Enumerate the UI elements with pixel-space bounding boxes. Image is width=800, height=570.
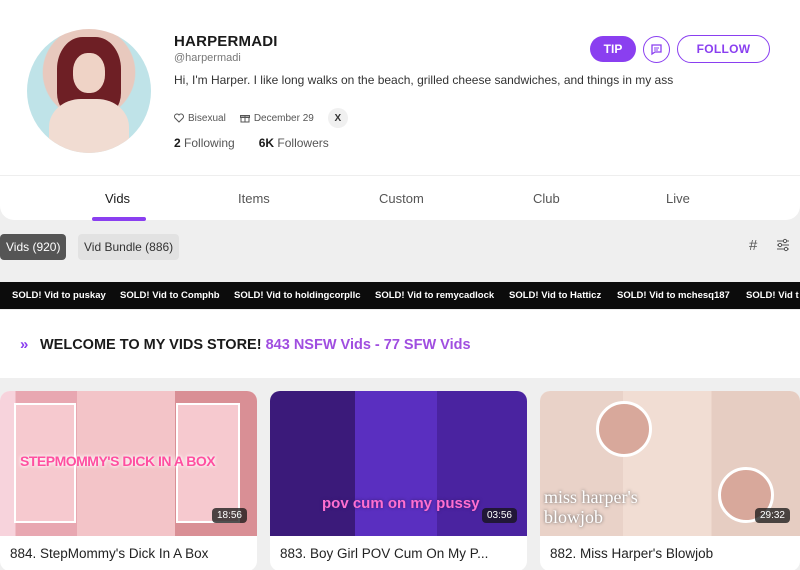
ticker-item: SOLD! Vid to Comphb bbox=[120, 290, 220, 301]
chat-icon bbox=[651, 44, 662, 56]
video-title[interactable]: 882. Miss Harper's Blowjob bbox=[550, 546, 713, 561]
overlay-line-2: blowjob bbox=[544, 507, 604, 527]
thumbnail-overlay-text: STEPMOMMY'S DICK IN A BOX bbox=[20, 453, 216, 469]
tab-club[interactable]: Club bbox=[533, 191, 560, 206]
active-tab-indicator bbox=[92, 217, 146, 221]
tab-items[interactable]: Items bbox=[238, 191, 270, 206]
following-label: Following bbox=[184, 136, 235, 150]
video-duration: 18:56 bbox=[211, 508, 247, 523]
avatar[interactable] bbox=[27, 29, 151, 153]
welcome-text: WELCOME TO MY VIDS STORE! 843 NSFW Vids … bbox=[40, 337, 471, 353]
grid-hash-icon[interactable]: # bbox=[749, 237, 757, 254]
filter-vid-bundle[interactable]: Vid Bundle (886) bbox=[78, 234, 180, 260]
followers-stat[interactable]: 6K Followers bbox=[259, 136, 329, 150]
video-card[interactable]: pov cum on my pussy 03:56 883. Boy Girl … bbox=[270, 391, 527, 570]
video-duration: 29:32 bbox=[754, 508, 790, 523]
tab-live[interactable]: Live bbox=[666, 191, 690, 206]
orientation-info: Bisexual bbox=[174, 113, 226, 124]
heart-icon bbox=[174, 113, 184, 123]
tab-vids[interactable]: Vids bbox=[105, 191, 130, 206]
profile-bio: Hi, I'm Harper. I like long walks on the… bbox=[174, 73, 674, 87]
profile-meta: Bisexual December 29 X bbox=[174, 108, 348, 128]
filter-sliders-icon[interactable] bbox=[776, 238, 790, 252]
follow-button[interactable]: FOLLOW bbox=[677, 35, 770, 63]
message-button[interactable] bbox=[643, 36, 670, 63]
profile-name: HARPERMADI bbox=[174, 33, 278, 50]
profile-card: HARPERMADI @harpermadi Hi, I'm Harper. I… bbox=[0, 0, 800, 221]
birthday-info: December 29 bbox=[239, 112, 314, 124]
thumbnail-overlay-text: miss harper's blowjob bbox=[544, 487, 638, 527]
ticker-item: SOLD! Vid to mchesq187 bbox=[617, 290, 730, 301]
video-card[interactable]: miss harper's blowjob 29:32 882. Miss Ha… bbox=[540, 391, 800, 570]
tab-custom[interactable]: Custom bbox=[379, 191, 424, 206]
video-thumbnail[interactable]: pov cum on my pussy 03:56 bbox=[270, 391, 527, 536]
video-thumbnail[interactable]: miss harper's blowjob 29:32 bbox=[540, 391, 800, 536]
welcome-highlight: 843 NSFW Vids - 77 SFW Vids bbox=[265, 337, 471, 353]
ticker-item: SOLD! Vid to Hatticz bbox=[509, 290, 602, 301]
ticker-item: SOLD! Vid to holdingcorpllc bbox=[234, 290, 361, 301]
ticker-item: SOLD! Vid to puskay bbox=[12, 290, 106, 301]
profile-handle: @harpermadi bbox=[174, 52, 241, 64]
following-stat[interactable]: 2 Following bbox=[174, 136, 235, 150]
filter-vids[interactable]: Vids (920) bbox=[0, 234, 67, 260]
followers-count: 6K bbox=[258, 136, 275, 150]
profile-stats: 2 Following 6K Followers bbox=[174, 136, 329, 150]
thumbnail-overlay-text: pov cum on my pussy bbox=[322, 495, 480, 512]
x-social-icon[interactable]: X bbox=[327, 108, 348, 128]
video-title[interactable]: 883. Boy Girl POV Cum On My P... bbox=[280, 546, 488, 561]
video-title[interactable]: 884. StepMommy's Dick In A Box bbox=[10, 546, 208, 561]
orientation-label: Bisexual bbox=[188, 112, 226, 124]
following-count: 2 bbox=[174, 136, 181, 150]
ticker-item: SOLD! Vid to remycadlock bbox=[375, 290, 495, 301]
profile-tabs: Vids Items Custom Club Live bbox=[0, 175, 800, 221]
video-thumbnail[interactable]: STEPMOMMY'S DICK IN A BOX 18:56 bbox=[0, 391, 257, 536]
double-chevron-icon: » bbox=[20, 336, 29, 353]
welcome-main: WELCOME TO MY VIDS STORE! bbox=[40, 337, 262, 353]
video-duration: 03:56 bbox=[481, 508, 517, 523]
tip-button[interactable]: TIP bbox=[590, 36, 636, 62]
followers-label: Followers bbox=[277, 136, 329, 150]
overlay-line-1: miss harper's bbox=[544, 487, 638, 507]
birthday-label: December 29 bbox=[253, 112, 314, 124]
video-card[interactable]: STEPMOMMY'S DICK IN A BOX 18:56 884. Ste… bbox=[0, 391, 257, 570]
ticker-item: SOLD! Vid t bbox=[746, 290, 799, 301]
sales-ticker: SOLD! Vid to puskay SOLD! Vid to Comphb … bbox=[0, 282, 800, 309]
welcome-banner: » WELCOME TO MY VIDS STORE! 843 NSFW Vid… bbox=[0, 310, 800, 378]
gift-icon bbox=[239, 115, 250, 123]
